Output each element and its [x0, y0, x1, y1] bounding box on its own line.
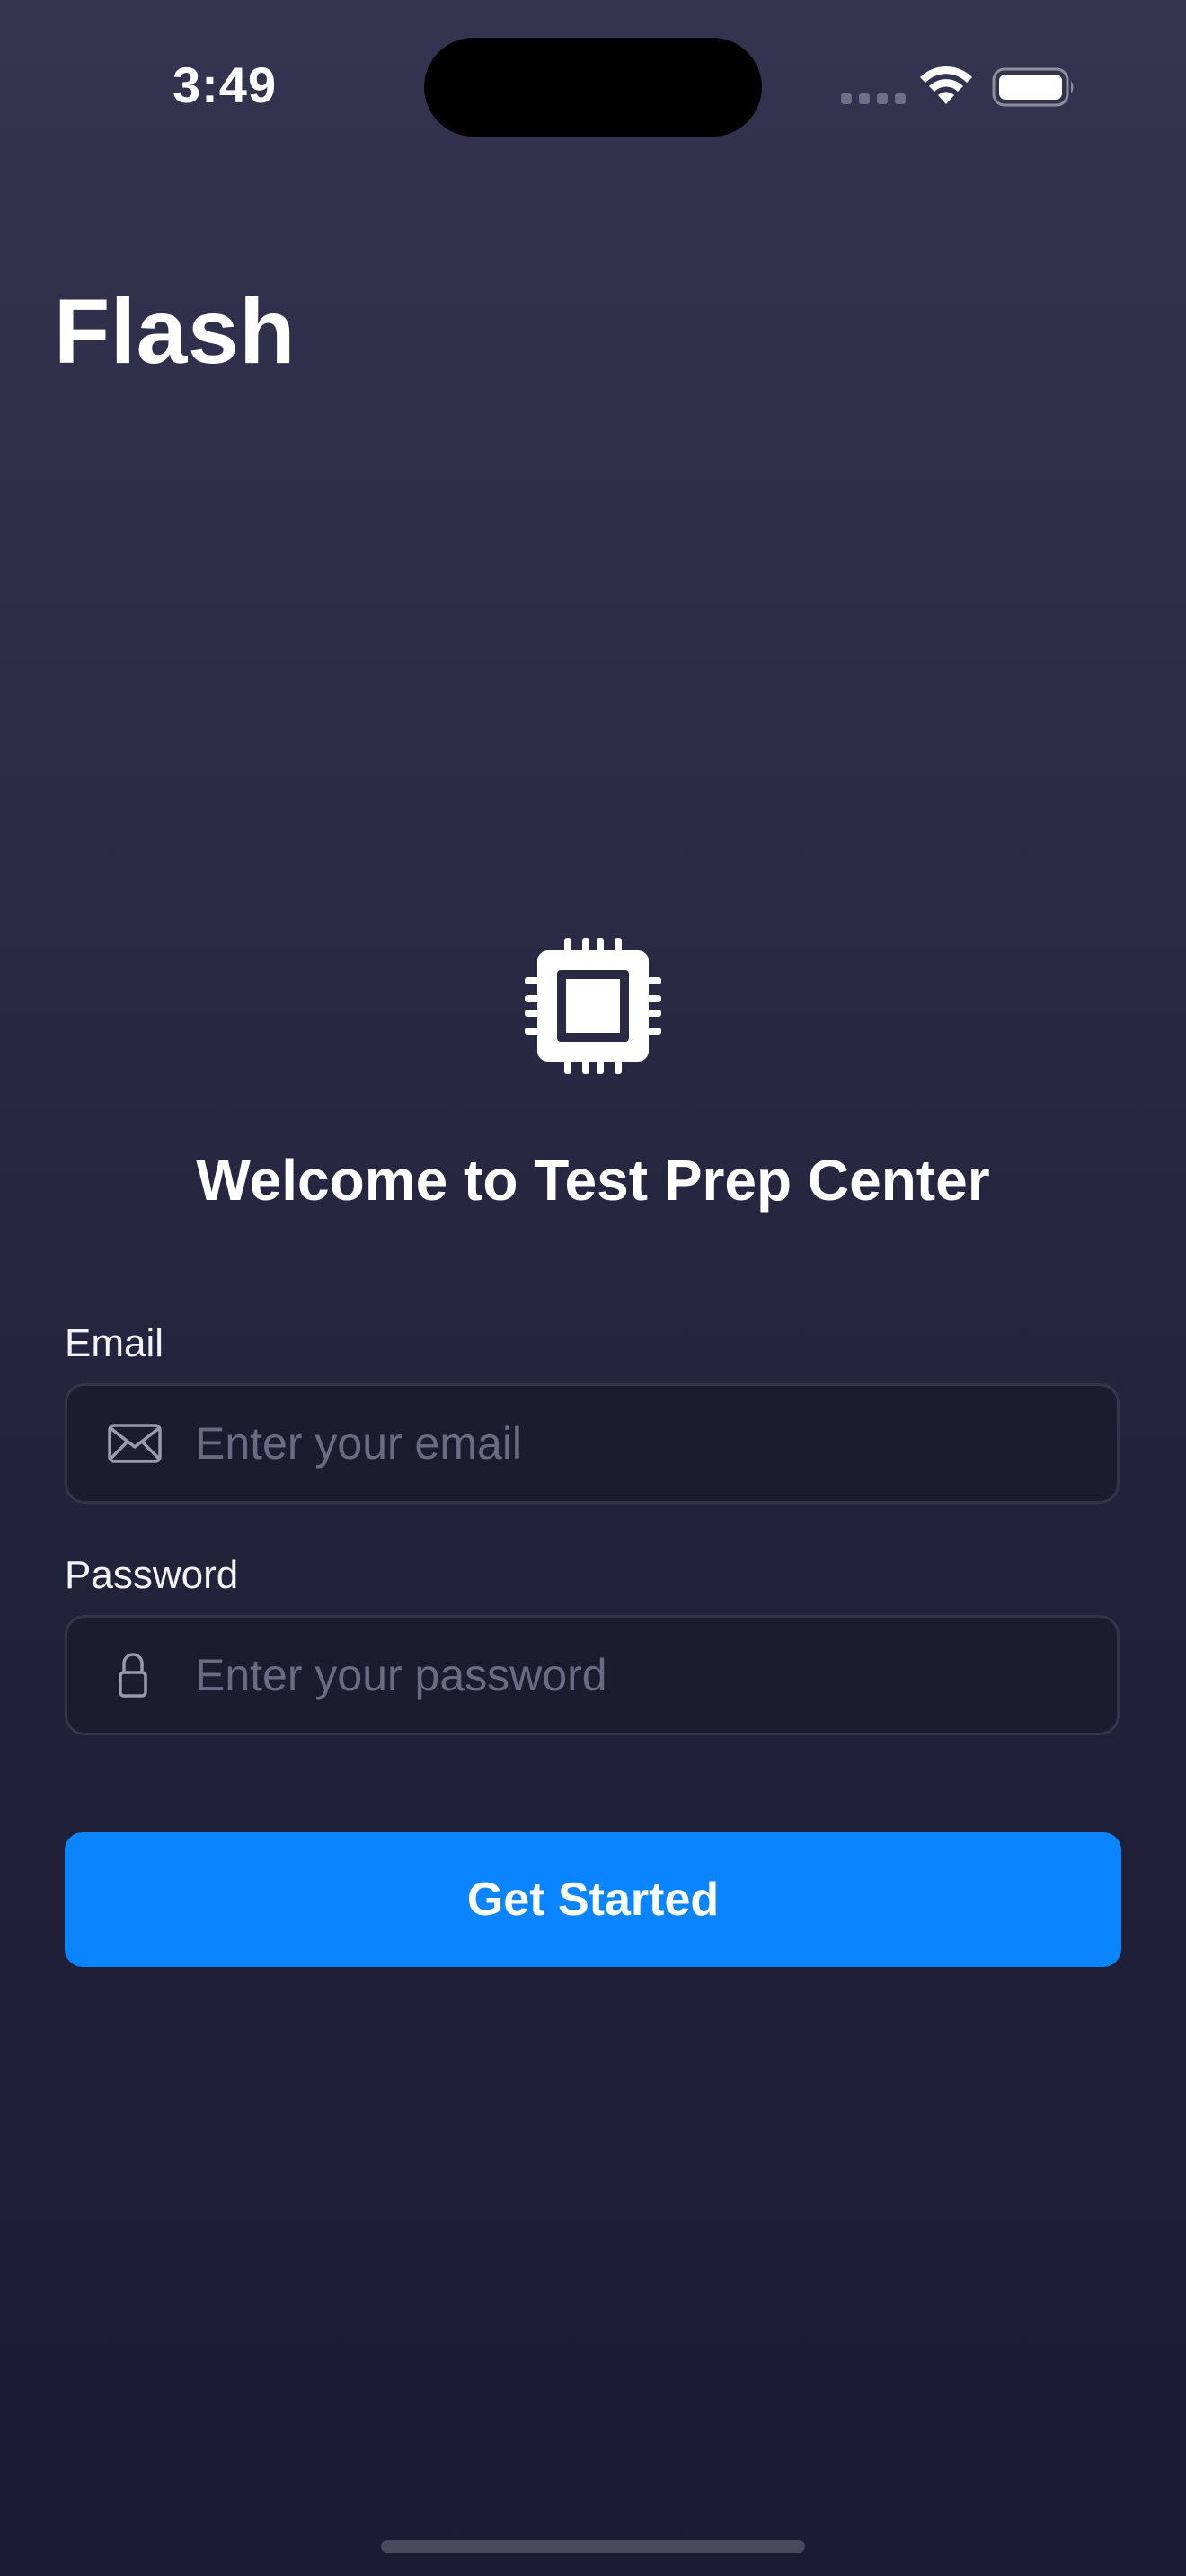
- status-time: 3:49: [173, 57, 278, 113]
- welcome-heading: Welcome to Test Prep Center: [196, 1148, 990, 1213]
- dynamic-island: [424, 38, 762, 137]
- envelope-icon: [108, 1424, 162, 1463]
- cellular-signal-icon: [841, 93, 906, 104]
- get-started-button[interactable]: Get Started: [65, 1832, 1121, 1967]
- cpu-chip-icon: [525, 938, 661, 1074]
- password-field-container[interactable]: [65, 1615, 1120, 1735]
- password-label: Password: [65, 1553, 239, 1597]
- login-screen: 3:49 Flash Welcome to Test Prep Center E…: [0, 0, 1186, 2576]
- email-input[interactable]: [195, 1386, 1093, 1501]
- email-label: Email: [65, 1321, 164, 1365]
- battery-icon: [992, 67, 1074, 107]
- home-indicator[interactable]: [381, 2540, 805, 2553]
- page-title: Flash: [54, 280, 296, 383]
- password-input[interactable]: [195, 1618, 1093, 1733]
- email-field-container[interactable]: [65, 1383, 1120, 1504]
- lock-icon: [119, 1653, 147, 1698]
- wifi-icon: [920, 66, 972, 104]
